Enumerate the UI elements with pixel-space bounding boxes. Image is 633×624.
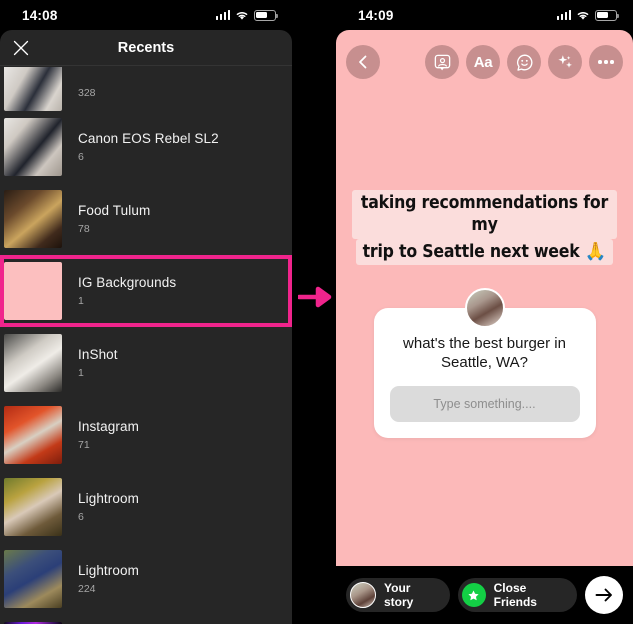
close-friends-button[interactable]: Close Friends (457, 578, 577, 612)
album-meta: Lightroom 224 (62, 563, 139, 595)
list-item[interactable]: Food Tulum 78 (0, 183, 292, 255)
arrow-right-icon[interactable] (585, 576, 623, 614)
album-meta: Canon EOS Rebel SL2 6 (62, 131, 219, 163)
photo-card-icon[interactable] (425, 45, 459, 79)
album-meta: IG Backgrounds 1 (62, 275, 176, 307)
close-friends-label: Close Friends (493, 581, 537, 609)
album-meta: Instagram 71 (62, 419, 139, 451)
list-item[interactable]: Lightroom 224 (0, 543, 292, 615)
album-thumbnail (4, 406, 62, 464)
green-star-icon (461, 583, 486, 607)
wifi-icon (576, 10, 590, 21)
album-thumbnail (4, 262, 62, 320)
album-count: 6 (78, 151, 84, 163)
album-name: Lightroom (78, 491, 139, 506)
wifi-icon (235, 10, 249, 21)
arrow-right-annotation (296, 286, 334, 308)
status-time: 14:09 (358, 7, 394, 23)
album-name: Food Tulum (78, 203, 151, 218)
album-thumbnail (4, 190, 62, 248)
your-story-label: Your story (384, 581, 414, 609)
text-aa-icon[interactable]: Aa (466, 45, 500, 79)
list-item[interactable]: Instagram 71 (0, 399, 292, 471)
album-thumbnail (4, 118, 62, 176)
status-indicators (556, 9, 619, 21)
close-icon[interactable] (8, 35, 34, 61)
album-thumbnail (4, 334, 62, 392)
screenshot-stage: 14:08 Recents 328 Canon EOS Rebel SL2 6 … (0, 0, 633, 624)
sheet-header: Recents (0, 30, 292, 66)
album-thumbnail (4, 550, 62, 608)
album-name: Instagram (78, 419, 139, 434)
album-count: 224 (78, 583, 96, 595)
list-item[interactable]: InShot 1 (0, 327, 292, 399)
question-sticker[interactable]: what's the best burger in Seattle, WA? T… (373, 288, 596, 439)
album-count: 71 (78, 439, 90, 451)
album-list[interactable]: 328 Canon EOS Rebel SL2 6 Food Tulum 78 (0, 67, 292, 624)
list-item[interactable] (0, 615, 292, 624)
avatar (350, 582, 376, 608)
album-count: 78 (78, 223, 90, 235)
sparkles-icon[interactable] (548, 45, 582, 79)
right-phone-panel: 14:09 Aa taking recommendations for my t… (336, 0, 633, 624)
battery-icon (254, 9, 278, 21)
story-bottom-bar: Your story Close Friends (336, 566, 633, 624)
question-text: what's the best burger in Seattle, WA? (403, 335, 566, 372)
album-meta: InShot 1 (62, 347, 118, 379)
story-toolbar: Aa (336, 44, 633, 80)
page-title: Recents (117, 39, 175, 56)
signal-bars-icon (556, 10, 571, 20)
sticker-face-icon[interactable] (507, 45, 541, 79)
story-text-overlay[interactable]: taking recommendations for my trip to Se… (352, 190, 617, 266)
story-text-line: taking recommendations for my (352, 190, 617, 239)
list-item[interactable]: 328 (0, 67, 292, 111)
right-status-bar: 14:09 (336, 0, 633, 30)
album-name: InShot (78, 347, 118, 362)
album-count: 1 (78, 295, 84, 307)
album-meta: 328 (62, 87, 96, 111)
question-answer-input[interactable]: Type something.... (389, 386, 580, 423)
list-item-selected[interactable]: IG Backgrounds 1 (0, 255, 292, 327)
album-thumbnail (4, 478, 62, 536)
list-item[interactable]: Canon EOS Rebel SL2 6 (0, 111, 292, 183)
more-dots-icon[interactable] (589, 45, 623, 79)
your-story-button[interactable]: Your story (346, 578, 450, 612)
left-phone-panel: 14:08 Recents 328 Canon EOS Rebel SL2 6 … (0, 0, 292, 624)
album-count: 6 (78, 511, 84, 523)
album-meta: Food Tulum 78 (62, 203, 150, 235)
list-item[interactable]: Lightroom 6 (0, 471, 292, 543)
profile-avatar (464, 288, 505, 328)
album-count: 328 (78, 87, 96, 99)
signal-bars-icon (215, 10, 230, 20)
album-name: IG Backgrounds (78, 275, 177, 290)
album-name: Canon EOS Rebel SL2 (78, 131, 219, 146)
album-meta: Lightroom 6 (62, 491, 139, 523)
status-time: 14:08 (22, 7, 58, 23)
album-count: 1 (78, 367, 84, 379)
album-name: Lightroom (78, 563, 139, 578)
story-canvas: Aa taking recommendations for my trip to… (336, 30, 633, 566)
battery-icon (595, 9, 619, 21)
story-text-line: trip to Seattle next week 🙏 (355, 238, 614, 266)
album-picker-sheet: Recents 328 Canon EOS Rebel SL2 6 Food T… (0, 30, 292, 624)
left-status-bar: 14:08 (0, 0, 292, 30)
status-indicators (215, 9, 278, 21)
album-thumbnail (4, 67, 62, 111)
chevron-left-icon[interactable] (346, 45, 380, 79)
